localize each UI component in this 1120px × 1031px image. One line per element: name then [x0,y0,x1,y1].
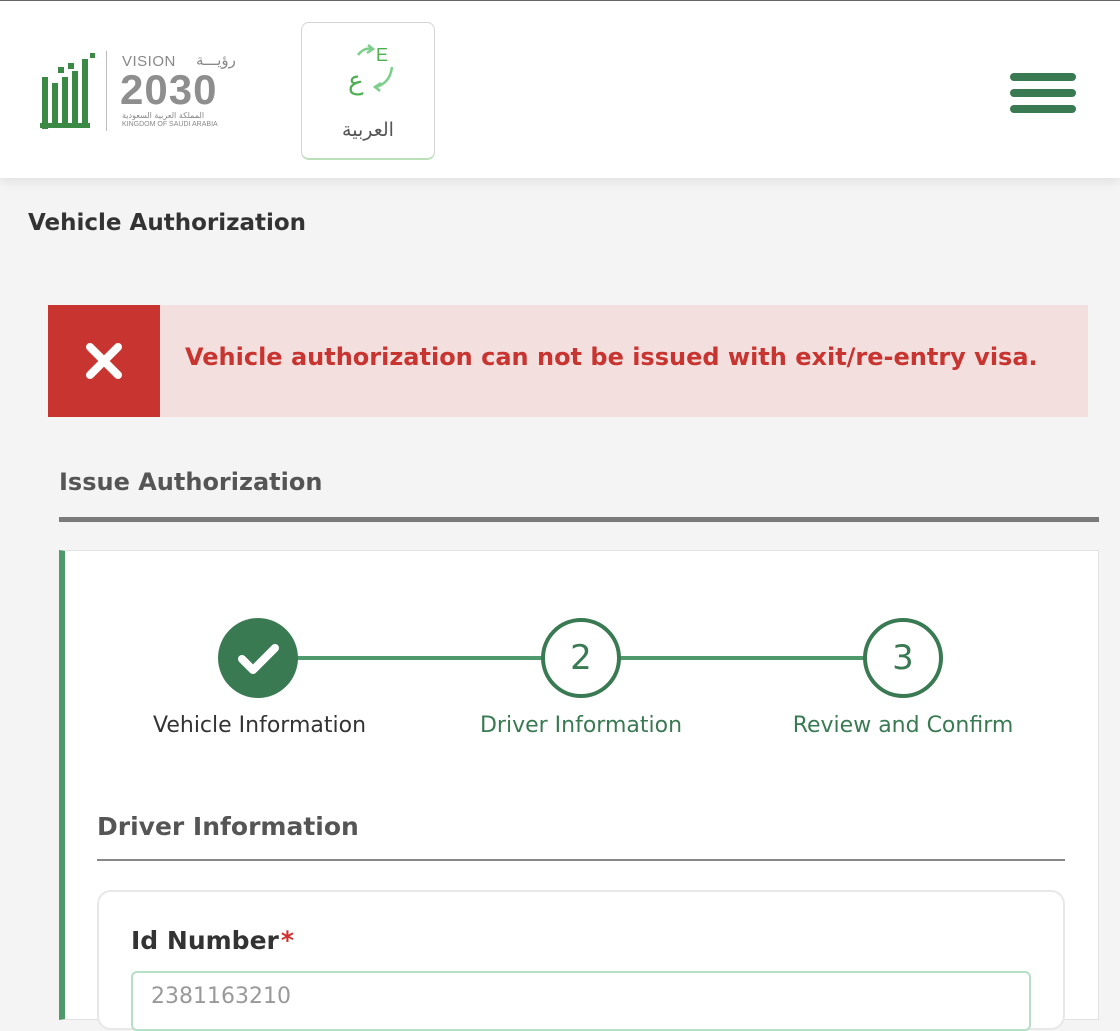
step-3-circle[interactable]: 3 [863,618,943,698]
absher-logo[interactable] [38,49,98,133]
driver-section-divider [97,859,1065,861]
svg-text:E: E [376,45,388,65]
section-title: Issue Authorization [59,468,323,496]
page-title: Vehicle Authorization [28,210,307,236]
step-1-label: Vehicle Information [153,713,367,738]
language-label: العربية [342,119,394,141]
id-number-label-text: Id Number [131,926,279,955]
check-icon [238,644,279,674]
step-2-number: 2 [570,638,592,678]
error-alert: Vehicle authorization can not be issued … [48,305,1088,417]
top-header: VISION رؤيـــة 2030 المملكة العربية السع… [0,0,1120,178]
step-3-number: 3 [892,638,914,678]
kingdom-arabic: المملكة العربية السعودية [122,111,205,120]
vision-2030-logo: VISION رؤيـــة 2030 المملكة العربية السع… [118,51,243,133]
id-number-input[interactable] [131,971,1031,1031]
menu-bar [1010,73,1076,81]
hamburger-menu-button[interactable] [1010,69,1078,117]
logo-divider [106,51,107,131]
alert-icon-box [48,305,160,417]
required-mark: * [280,926,294,955]
id-number-label: Id Number* [131,926,294,955]
step-1-circle[interactable] [218,618,298,698]
menu-bar [1010,89,1076,97]
step-2-label: Driver Information [479,713,683,738]
step-connector [296,656,544,660]
alert-message: Vehicle authorization can not be issued … [185,343,1038,371]
step-3-label: Review and Confirm [792,713,1014,738]
vision-year: 2030 [120,66,218,113]
language-toggle-button[interactable]: E ع العربية [301,22,435,160]
step-connector [618,656,866,660]
menu-bar [1010,105,1076,113]
section-divider [59,517,1099,522]
driver-section-title: Driver Information [97,812,359,841]
step-2-circle[interactable]: 2 [541,618,621,698]
kingdom-english: KINGDOM OF SAUDI ARABIA [122,121,218,128]
svg-text:ع: ع [348,66,364,96]
close-icon [86,343,122,379]
language-switch-icon: E ع [348,44,394,96]
